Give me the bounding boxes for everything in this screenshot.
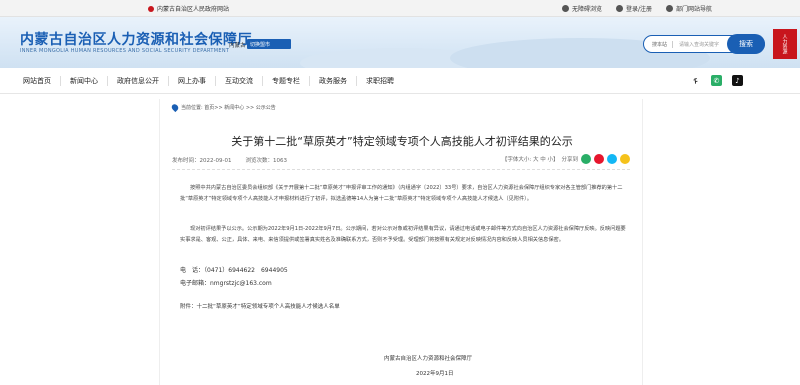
breadcrumb-text[interactable]: 当前位置: 首页>> 新闻中心 >> 公示公告 <box>181 104 276 111</box>
tiktok-icon[interactable]: ♪ <box>732 75 743 86</box>
site-nav-label: 部门网站导航 <box>675 6 712 13</box>
nav-item-jobs[interactable]: 求职招聘 <box>357 76 403 86</box>
wechat-icon[interactable]: ✆ <box>711 75 722 86</box>
main-nav: 网站首页 新闻中心 政府信息公开 网上办事 互动交流 专题专栏 政务服务 求职招… <box>0 68 800 94</box>
site-title[interactable]: 内蒙古自治区人力资源和社会保障厅 <box>20 29 252 49</box>
breadcrumb: 当前位置: 首页>> 新闻中心 >> 公示公告 <box>170 102 276 113</box>
emblem-icon <box>148 5 154 12</box>
nav-item-gov-service[interactable]: 政务服务 <box>310 76 357 86</box>
nav-item-topics[interactable]: 专题专栏 <box>263 76 310 86</box>
accessibility-link[interactable]: 无障碍浏览 <box>561 4 602 13</box>
publish-date: 发布时间：2022-09-01 <box>172 158 232 164</box>
top-bar: 内蒙古自治区人民政府网站 无障碍浏览 登录/注册 部门网站导航 <box>0 0 800 17</box>
article-meta: 发布时间：2022-09-01 浏览次数：1063 <box>172 156 287 164</box>
nav-item-home[interactable]: 网站首页 <box>14 76 61 86</box>
social-links: ᠮ ✆ ♪ <box>690 75 743 86</box>
weibo-share-icon[interactable] <box>594 154 604 164</box>
search-input[interactable]: 请输入查询关键字 <box>673 41 719 48</box>
nav-item-info-disclosure[interactable]: 政府信息公开 <box>108 76 169 86</box>
article-paragraph: 现对初评结果予以公示。公示期为2022年9月1日-2022年9月7日。公示期间，… <box>180 226 626 243</box>
accessibility-label: 无障碍浏览 <box>571 6 602 13</box>
mongolian-script-icon[interactable]: ᠮ <box>690 75 701 86</box>
signature-date: 2022年9月1日 <box>416 371 454 377</box>
site-subtitle: INNER MONGOLIA HUMAN RESOURCES AND SOCIA… <box>20 48 230 54</box>
qzone-share-icon[interactable] <box>620 154 630 164</box>
city-select[interactable]: 切换盟市 <box>247 39 291 49</box>
user-icon <box>615 5 623 12</box>
accessibility-icon <box>561 5 569 12</box>
article-panel: 当前位置: 首页>> 新闻中心 >> 公示公告 关于第十二批“草原英才”特定领域… <box>159 99 643 385</box>
grid-icon <box>665 5 673 12</box>
article-tools: 【字体大小: 大 中 小】 分享到 <box>502 154 630 164</box>
meta-divider <box>172 169 630 170</box>
search-scope-select[interactable]: 搜本站 <box>644 40 674 48</box>
font-size-control[interactable]: 【字体大小: 大 中 小】 <box>502 155 559 163</box>
contact-email: 电子邮箱：nmgrstzjc@163.com <box>180 280 272 287</box>
site-nav-link[interactable]: 部门网站导航 <box>665 4 712 13</box>
share-label: 分享到 <box>561 157 578 163</box>
qq-share-icon[interactable] <box>607 154 617 164</box>
city-label: 内蒙古 <box>229 43 246 49</box>
nav-items: 网站首页 新闻中心 政府信息公开 网上办事 互动交流 专题专栏 政务服务 求职招… <box>14 68 403 94</box>
login-link[interactable]: 登录/注册 <box>615 4 652 13</box>
view-count: 浏览次数：1063 <box>245 158 287 164</box>
nav-item-online-service[interactable]: 网上办事 <box>169 76 216 86</box>
article-paragraph: 按照中共内蒙古自治区委员会组织部《关于开展第十二批“草原英才”申报评审工作的通知… <box>180 185 623 202</box>
nav-item-news[interactable]: 新闻中心 <box>61 76 108 86</box>
signature: 内蒙古自治区人力资源和社会保障厅 <box>384 356 473 362</box>
gov-site-label: 内蒙古自治区人民政府网站 <box>157 6 230 13</box>
article-title: 关于第十二批“草原英才”特定领域专项个人高技能人才初评结果的公示 <box>231 135 573 148</box>
login-label: 登录/注册 <box>625 6 652 13</box>
contact-phone: 电 话：（0471）6944622 6944905 <box>180 267 288 274</box>
gov-site-link[interactable]: 内蒙古自治区人民政府网站 <box>148 4 229 13</box>
wechat-share-icon[interactable] <box>581 154 591 164</box>
nav-item-interaction[interactable]: 互动交流 <box>216 76 263 86</box>
search-button[interactable]: 搜索 <box>727 34 765 54</box>
location-pin-icon <box>170 102 180 113</box>
brand-emblem: 人力资源 <box>773 29 797 59</box>
attachment-link[interactable]: 附件：十二批“草原英才”特定领域专项个人高技能人才候选人名单 <box>180 302 340 310</box>
header-banner: 内蒙古自治区人力资源和社会保障厅 INNER MONGOLIA HUMAN RE… <box>0 17 800 68</box>
